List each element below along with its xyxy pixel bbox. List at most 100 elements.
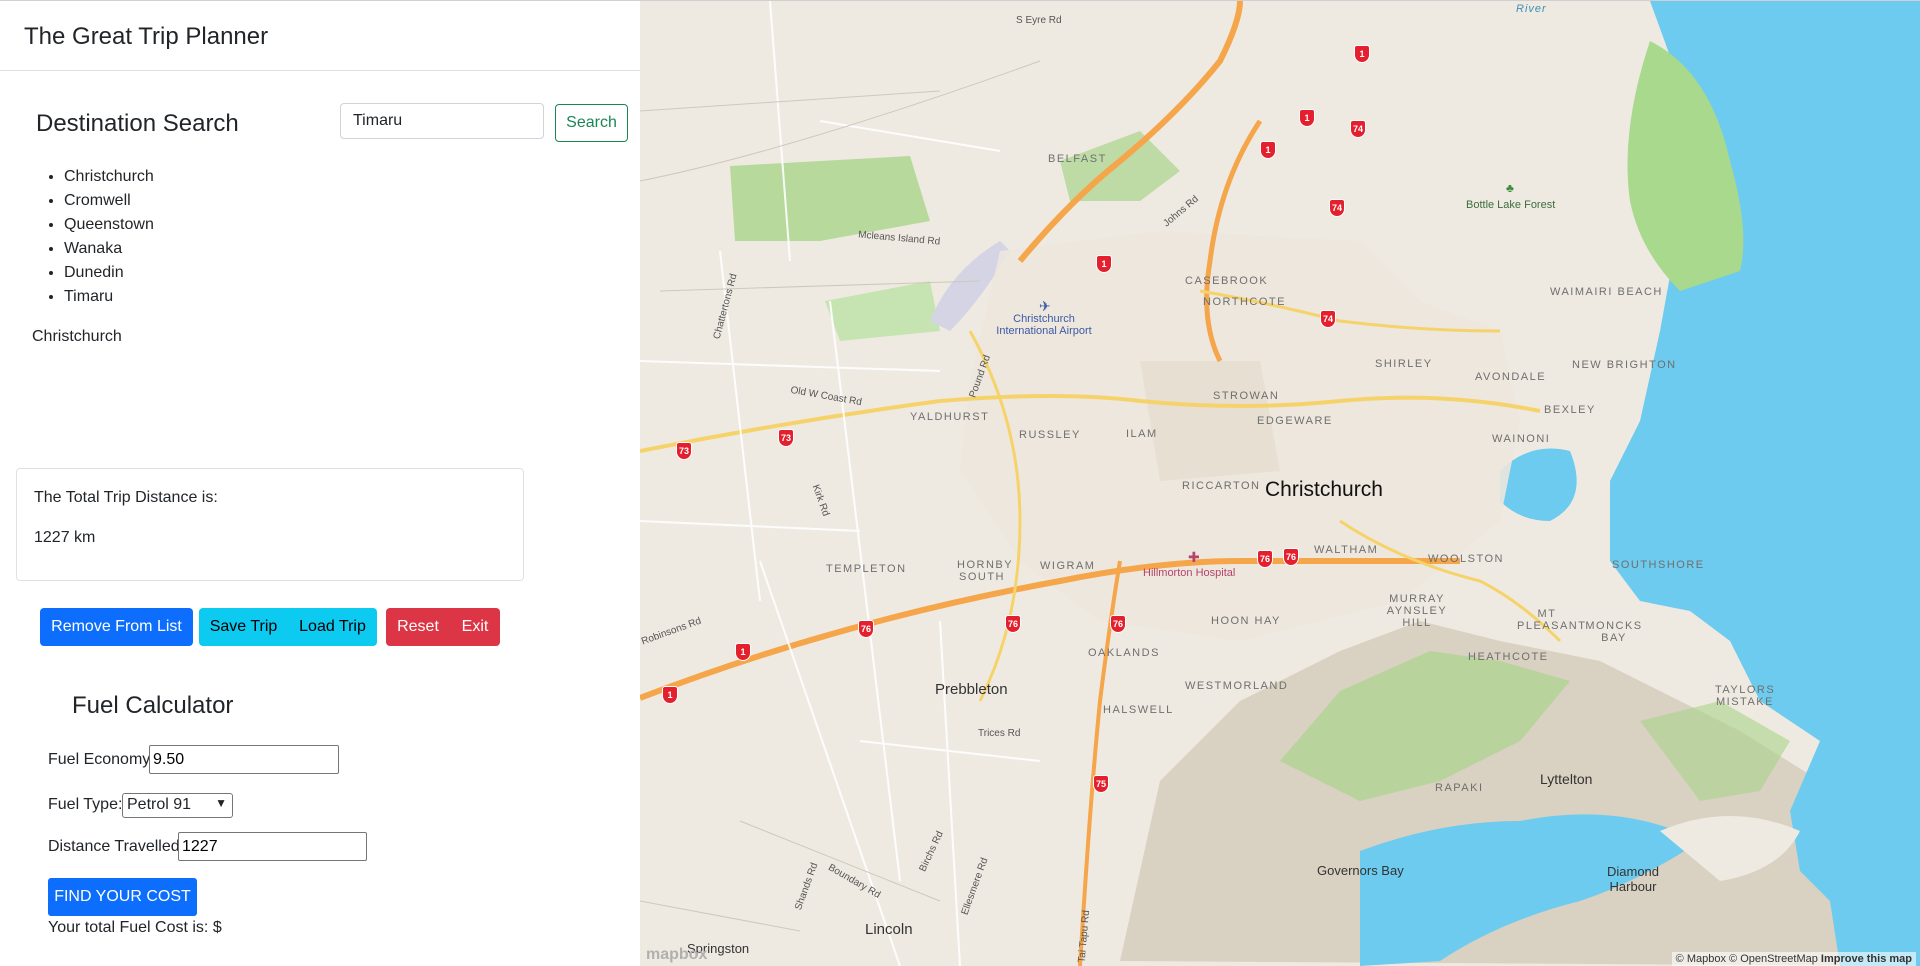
map-label-northcote: NORTHCOTE [1203, 296, 1286, 308]
route-shield-icon: 75 [1093, 775, 1109, 793]
attribution-osm-link[interactable]: © OpenStreetMap [1729, 953, 1818, 965]
destination-search-heading: Destination Search [36, 110, 239, 137]
map-poi-hospital: Hillmorton Hospital [1143, 567, 1236, 579]
planner-panel: The Great Trip Planner Destination Searc… [0, 1, 640, 966]
destination-item[interactable]: Timaru [64, 285, 154, 309]
map-label-edgeware: EDGEWARE [1257, 415, 1333, 427]
fuel-type-select[interactable]: Petrol 91 ▼ [122, 793, 233, 818]
airplane-icon: ✈ [1039, 298, 1052, 314]
map-label-taylors-mistake: TAYLORS MISTAKE [1715, 684, 1776, 708]
attribution-mapbox-link[interactable]: © Mapbox [1676, 953, 1726, 965]
map-label-avondale: AVONDALE [1475, 371, 1547, 383]
route-shield-icon: 74 [1320, 310, 1336, 328]
map-label-yaldhurst: YALDHURST [910, 411, 990, 423]
map-label-hoon-hay: HOON HAY [1211, 615, 1281, 627]
destination-item[interactable]: Queenstown [64, 213, 154, 237]
map-label-rapaki: RAPAKI [1435, 782, 1484, 794]
trip-distance-label: The Total Trip Distance is: [34, 489, 218, 506]
map-label-waimairi-beach: WAIMAIRI BEACH [1550, 286, 1663, 298]
tree-icon: ♣ [1506, 181, 1515, 195]
map-label-halswell: HALSWELL [1103, 704, 1174, 716]
map-label-bexley: BEXLEY [1544, 404, 1596, 416]
map-label-murray-aynsley-hill: MURRAY AYNSLEY HILL [1386, 593, 1448, 629]
map-label-mt-pleasant: MT PLEASANT [1517, 608, 1587, 632]
map-attribution: © Mapbox © OpenStreetMap Improve this ma… [1671, 952, 1916, 966]
fuel-economy-label: Fuel Economy: [48, 751, 155, 768]
map-label-southshore: SOUTHSHORE [1612, 559, 1705, 571]
map-label-ilam: ILAM [1126, 428, 1158, 440]
chevron-down-icon: ▼ [215, 796, 227, 810]
map-poi-airport: Christchurch International Airport [996, 313, 1092, 337]
destination-item[interactable]: Cromwell [64, 189, 154, 213]
map-label-wigram: WIGRAM [1040, 560, 1096, 572]
distance-travelled-input[interactable] [178, 832, 367, 861]
route-shield-icon: 1 [1096, 255, 1112, 273]
fuel-type-value: Petrol 91 [127, 796, 192, 813]
destination-item[interactable]: Christchurch [64, 165, 154, 189]
map-poi-forest: Bottle Lake Forest [1466, 199, 1556, 211]
mapbox-logo[interactable]: mapbox [646, 946, 707, 964]
exit-button[interactable]: Exit [450, 608, 500, 646]
remove-from-list-button[interactable]: Remove From List [40, 608, 193, 646]
map-road-label: S Eyre Rd [1016, 15, 1062, 26]
load-trip-button[interactable]: Load Trip [288, 608, 377, 646]
app-title[interactable]: The Great Trip Planner [24, 23, 268, 51]
map-label-shirley: SHIRLEY [1375, 358, 1433, 370]
improve-map-link[interactable]: Improve this map [1821, 953, 1912, 965]
route-shield-icon: 73 [676, 442, 692, 460]
route-shield-icon: 74 [1350, 120, 1366, 138]
map-label-riccarton: RICCARTON [1182, 480, 1261, 492]
map-label-moncks-bay: MONCKS BAY [1585, 620, 1643, 644]
route-shield-icon: 74 [1329, 199, 1345, 217]
map-label-lyttelton: Lyttelton [1540, 771, 1593, 787]
route-shield-icon: 76 [858, 620, 874, 638]
map-label-governors-bay: Governors Bay [1317, 863, 1404, 878]
route-shield-icon: 76 [1110, 615, 1126, 633]
trip-distance-card: The Total Trip Distance is: 1227 km [16, 468, 524, 581]
hospital-icon: ✚ [1188, 549, 1201, 565]
route-shield-icon: 76 [1283, 548, 1299, 566]
map-label-oaklands: OAKLANDS [1088, 647, 1160, 659]
map[interactable]: BELFAST CASEBROOK NORTHCOTE SHIRLEY AVON… [640, 1, 1920, 966]
destination-list: Christchurch Cromwell Queenstown Wanaka … [40, 165, 154, 309]
map-label-westmorland: WESTMORLAND [1185, 680, 1289, 692]
map-label-wainoni: WAINONI [1492, 433, 1551, 445]
distance-travelled-label: Distance Travelled: [48, 838, 185, 855]
map-label-templeton: TEMPLETON [826, 563, 907, 575]
map-label-waltham: WALTHAM [1314, 544, 1379, 556]
map-label-belfast: BELFAST [1048, 153, 1107, 165]
route-shield-icon: 1 [1260, 141, 1276, 159]
map-label-hornby-south: HORNBY SOUTH [957, 559, 1014, 583]
map-label-new-brighton: NEW BRIGHTON [1572, 359, 1677, 371]
map-label-strowan: STROWAN [1213, 390, 1280, 402]
map-label-prebbleton: Prebbleton [935, 681, 1008, 698]
map-water-label: River [1516, 3, 1547, 15]
route-shield-icon: 1 [662, 686, 678, 704]
route-shield-icon: 76 [1257, 550, 1273, 568]
destination-item[interactable]: Wanaka [64, 237, 154, 261]
reset-button[interactable]: Reset [386, 608, 450, 646]
fuel-economy-input[interactable] [149, 745, 339, 774]
route-shield-icon: 76 [1005, 615, 1021, 633]
map-label-city: Christchurch [1265, 478, 1383, 501]
save-trip-button[interactable]: Save Trip [199, 608, 288, 646]
map-label-woolston: WOOLSTON [1428, 553, 1504, 565]
destination-search-input[interactable] [340, 103, 544, 139]
route-shield-icon: 1 [735, 643, 751, 661]
selected-city: Christchurch [32, 328, 122, 345]
route-shield-icon: 1 [1299, 109, 1315, 127]
find-your-cost-button[interactable]: FIND YOUR COST [48, 878, 197, 916]
route-shield-icon: 73 [778, 429, 794, 447]
map-road-label: Trices Rd [978, 728, 1021, 739]
map-label-diamond-harbour: Diamond Harbour [1606, 864, 1660, 894]
route-shield-icon: 1 [1354, 45, 1370, 63]
map-label-casebrook: CASEBROOK [1185, 275, 1269, 287]
fuel-calculator-heading: Fuel Calculator [72, 692, 234, 719]
search-button[interactable]: Search [555, 104, 628, 142]
fuel-type-label: Fuel Type: [48, 796, 123, 813]
map-label-heathcote: HEATHCOTE [1468, 651, 1549, 663]
map-label-russley: RUSSLEY [1019, 429, 1081, 441]
destination-item[interactable]: Dunedin [64, 261, 154, 285]
map-label-lincoln: Lincoln [865, 921, 913, 938]
trip-distance-value: 1227 km [34, 529, 96, 546]
